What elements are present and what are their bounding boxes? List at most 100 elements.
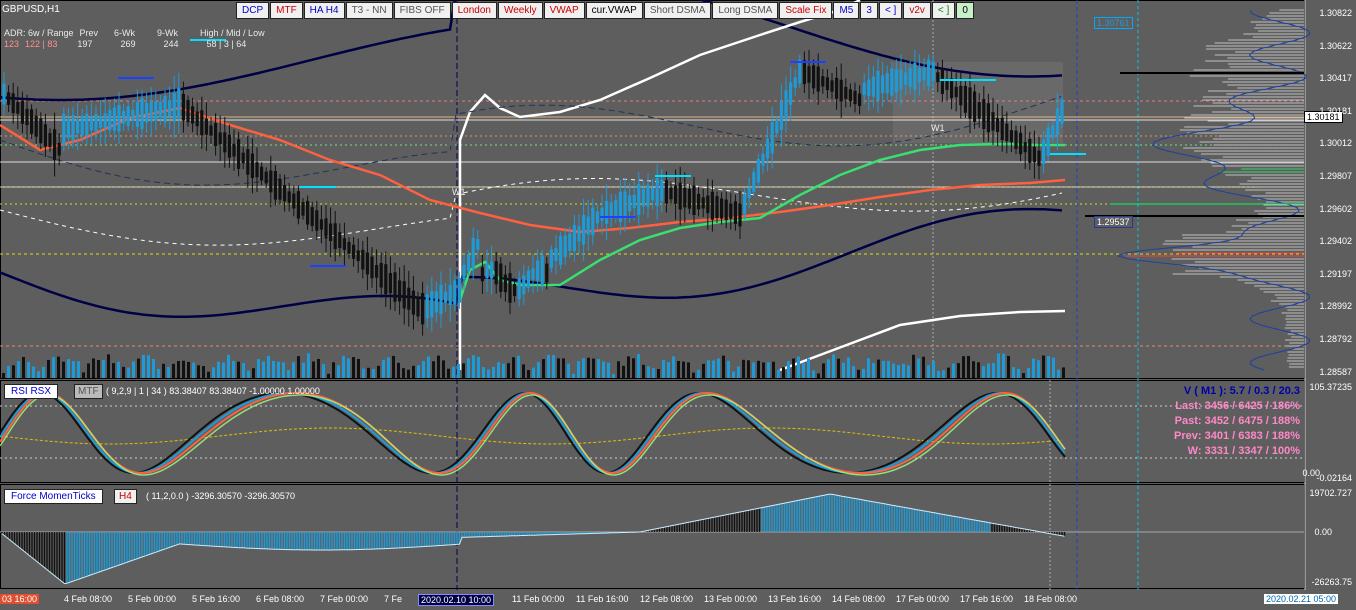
toolbar-button-17[interactable]: 0 xyxy=(956,2,974,19)
volume-bar xyxy=(827,359,830,378)
volume-bar xyxy=(957,363,960,378)
candle-body xyxy=(954,86,958,98)
candle-body xyxy=(931,62,935,82)
candle-body xyxy=(683,187,687,208)
volume-bar xyxy=(407,369,410,378)
stats-val-4: 244 xyxy=(163,39,179,49)
time-right-label: 2020.02.21 05:00 xyxy=(1264,594,1339,604)
candle-body xyxy=(375,265,379,278)
candle-body xyxy=(66,118,70,138)
volume-bar xyxy=(872,362,875,378)
candle-body xyxy=(278,178,282,200)
toolbar-button-8[interactable]: cur.VWAP xyxy=(585,2,643,19)
rsi-label[interactable]: RSI RSX xyxy=(4,384,59,399)
candle-body xyxy=(641,188,645,207)
candle-body xyxy=(214,123,218,146)
stats-header-4: High / Mid / Low xyxy=(200,28,265,38)
volume-bar xyxy=(942,370,945,378)
toolbar-button-6[interactable]: Weekly xyxy=(497,2,543,19)
volume-bar xyxy=(532,367,535,378)
symbol-label: GBPUSD,H1 xyxy=(2,4,60,15)
volume-bar xyxy=(52,357,55,378)
time-tick-2: 5 Feb 16:00 xyxy=(192,594,241,604)
candle-body xyxy=(112,107,116,131)
candle-body xyxy=(927,59,931,87)
candle-body xyxy=(678,182,682,210)
time-tick-3: 6 Feb 08:00 xyxy=(256,594,305,604)
candle-body xyxy=(922,67,926,81)
candle-body xyxy=(545,263,549,283)
time-tick-0: 4 Feb 08:00 xyxy=(64,594,113,604)
force-label[interactable]: Force MomenTicks xyxy=(4,489,103,504)
price-tick-5: 1.29807 xyxy=(1319,171,1352,181)
candle-body xyxy=(476,239,480,250)
volume-bar xyxy=(462,363,465,378)
stats-val-1: 122 | 83 xyxy=(25,39,58,49)
candle-body xyxy=(494,261,498,285)
toolbar-button-1[interactable]: MTF xyxy=(270,2,303,19)
candle-body xyxy=(352,244,356,259)
toolbar-button-2[interactable]: HA H4 xyxy=(303,2,345,19)
toolbar-button-10[interactable]: Long DSMA xyxy=(712,2,779,19)
rsi-mtf-button[interactable]: MTF xyxy=(74,384,103,399)
candle-body xyxy=(329,223,333,241)
volume-bar xyxy=(392,355,395,378)
price-tick-3: 1.30181 xyxy=(1319,105,1352,116)
toolbar-button-14[interactable]: < ] xyxy=(878,2,903,19)
toolbar-button-5[interactable]: London xyxy=(451,2,497,19)
toolbar-button-0[interactable]: DCP xyxy=(236,2,270,19)
volume-bar xyxy=(232,360,235,378)
candle-body xyxy=(503,274,507,293)
volume-bar xyxy=(372,368,375,378)
volume-bar xyxy=(7,365,10,378)
candle-body xyxy=(908,67,912,88)
volume-bar xyxy=(212,367,215,378)
time-cursor-label: 2020.02.10 10:00 xyxy=(418,594,495,606)
vinfo-past: Past: 3452 / 6475 / 188% xyxy=(1174,415,1300,427)
toolbar-button-9[interactable]: Short DSMA xyxy=(643,2,712,19)
candle-body xyxy=(333,223,337,250)
candle-body xyxy=(950,78,954,99)
toolbar-button-13[interactable]: 3 xyxy=(860,2,878,19)
toolbar-button-3[interactable]: T3 - NN xyxy=(345,2,393,19)
force-tf-button[interactable]: H4 xyxy=(114,489,137,504)
volume-bar xyxy=(127,367,130,378)
toolbar-button-11[interactable]: Scale Fix xyxy=(779,2,833,19)
volume-bar xyxy=(422,361,425,378)
candle-body xyxy=(411,290,415,315)
toolbar-button-15[interactable]: v2v xyxy=(903,2,931,19)
volume-bar xyxy=(737,366,740,378)
toolbar-button-16[interactable]: < ] xyxy=(931,2,956,19)
candle-body xyxy=(398,280,402,302)
time-tick-11: 14 Feb 08:00 xyxy=(832,594,886,604)
time-tick-6: 11 Feb 00:00 xyxy=(512,594,565,604)
candle-body xyxy=(296,191,300,219)
candle-body xyxy=(793,77,797,88)
volume-bar xyxy=(437,355,440,378)
candle-body xyxy=(356,250,360,262)
candle-body xyxy=(310,207,314,227)
candle-body xyxy=(71,115,75,140)
stats-header-1: Prev xyxy=(79,28,99,38)
volume-bar xyxy=(347,358,350,378)
candle-body xyxy=(444,291,448,303)
volume-bar xyxy=(722,355,725,378)
volume-bar xyxy=(217,361,220,378)
chart-canvas[interactable] xyxy=(0,0,1356,610)
volume-bar xyxy=(977,362,980,378)
candle-body xyxy=(287,191,291,203)
stats-header-2: 6-Wk xyxy=(114,28,136,38)
toolbar-button-7[interactable]: VWAP xyxy=(543,2,585,19)
candle-body xyxy=(812,65,816,89)
candle-body xyxy=(25,108,29,126)
volume-bar xyxy=(67,359,70,378)
candle-body xyxy=(57,142,61,156)
volume-bar xyxy=(62,361,65,378)
candle-body xyxy=(513,284,517,296)
volume-bar xyxy=(587,357,590,378)
toolbar-button-12[interactable]: M5 xyxy=(833,2,860,19)
volume-bar xyxy=(752,362,755,378)
candle-body xyxy=(30,109,34,134)
toolbar-button-4[interactable]: FIBS OFF xyxy=(393,2,451,19)
volume-bar xyxy=(102,359,105,378)
